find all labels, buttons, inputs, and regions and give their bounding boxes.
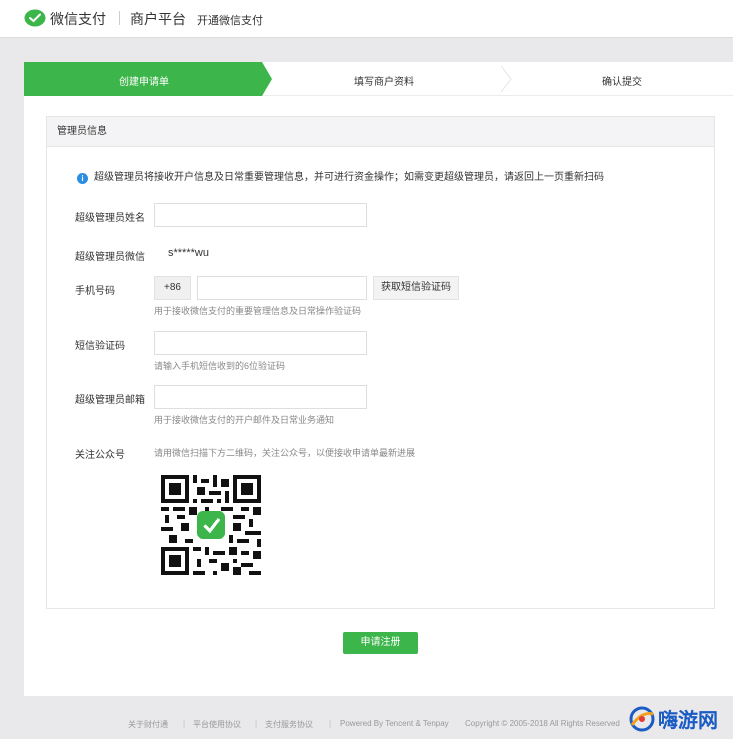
follow-account-label: 关注公众号 [75,450,125,461]
step-label-fill-info: 填写商户资料 [354,77,414,88]
info-icon: i [77,173,88,184]
open-wechat-pay-link[interactable]: 开通微信支付 [197,12,263,28]
step-separator-icon [500,66,512,92]
footer-separator: | [329,719,332,728]
sms-code-hint: 请输入手机短信收到的6位验证码 [154,361,286,371]
admin-name-label: 超级管理员姓名 [75,213,145,224]
phone-label: 手机号码 [75,286,115,297]
step-progress: 创建申请单 填写商户资料 确认提交 [24,62,733,96]
header-divider [119,11,120,25]
admin-wechat-value: s*****wu [168,247,209,259]
main-card: 创建申请单 填写商户资料 确认提交 管理员信息 i 超级管理员将接收开户信息及日常… [24,62,733,696]
admin-email-label: 超级管理员邮箱 [75,395,145,406]
admin-name-input[interactable] [154,203,367,227]
footer-separator: | [255,719,258,728]
brand-name: 微信支付 [50,11,106,27]
watermark-text: 嗨游网 [658,710,718,732]
admin-notice: i 超级管理员将接收开户信息及日常重要管理信息，并可进行资金操作；如需变更超级管理… [77,168,604,184]
platform-title: 商户平台 [130,11,186,27]
footer-copyright: Copyright © 2005-2018 All Rights Reserve… [465,719,620,728]
qr-code-icon [161,475,261,575]
sms-code-label: 短信验证码 [75,341,125,352]
footer-about-link[interactable]: 关于财付通 [128,719,168,730]
country-code-prefix: +86 [154,276,191,300]
panel-title: 管理员信息 [47,117,714,147]
sms-code-input[interactable] [154,331,367,355]
top-bar: 微信支付 商户平台 开通微信支付 [0,0,733,38]
footer-payment-agreement-link[interactable]: 支付服务协议 [265,719,313,730]
notice-text: 超级管理员将接收开户信息及日常重要管理信息，并可进行资金操作；如需变更超级管理员… [94,172,604,183]
step-label-confirm: 确认提交 [602,77,642,88]
apply-register-button[interactable]: 申请注册 [343,632,418,654]
admin-email-hint: 用于接收微信支付的开户邮件及日常业务通知 [154,415,335,425]
watermark-logo-icon [629,706,655,732]
admin-info-panel: 管理员信息 i 超级管理员将接收开户信息及日常重要管理信息，并可进行资金操作；如需… [46,116,715,609]
phone-hint: 用于接收微信支付的重要管理信息及日常操作验证码 [154,306,362,316]
admin-wechat-label: 超级管理员微信 [75,252,145,263]
footer-platform-agreement-link[interactable]: 平台使用协议 [193,719,241,730]
footer-separator: | [183,719,186,728]
admin-email-input[interactable] [154,385,367,409]
wechat-pay-logo-icon [24,9,46,27]
step-label-create: 创建申请单 [119,77,169,88]
footer-powered-by: Powered By Tencent & Tenpay [340,719,449,728]
phone-input[interactable] [197,276,367,300]
follow-account-hint: 请用微信扫描下方二维码，关注公众号，以便接收申请单最新进展 [154,448,416,458]
footer: 关于财付通 | 平台使用协议 | 支付服务协议 | Powered By Ten… [0,719,733,733]
step-create: 创建申请单 [24,62,294,96]
get-sms-code-button[interactable]: 获取短信验证码 [373,276,459,300]
